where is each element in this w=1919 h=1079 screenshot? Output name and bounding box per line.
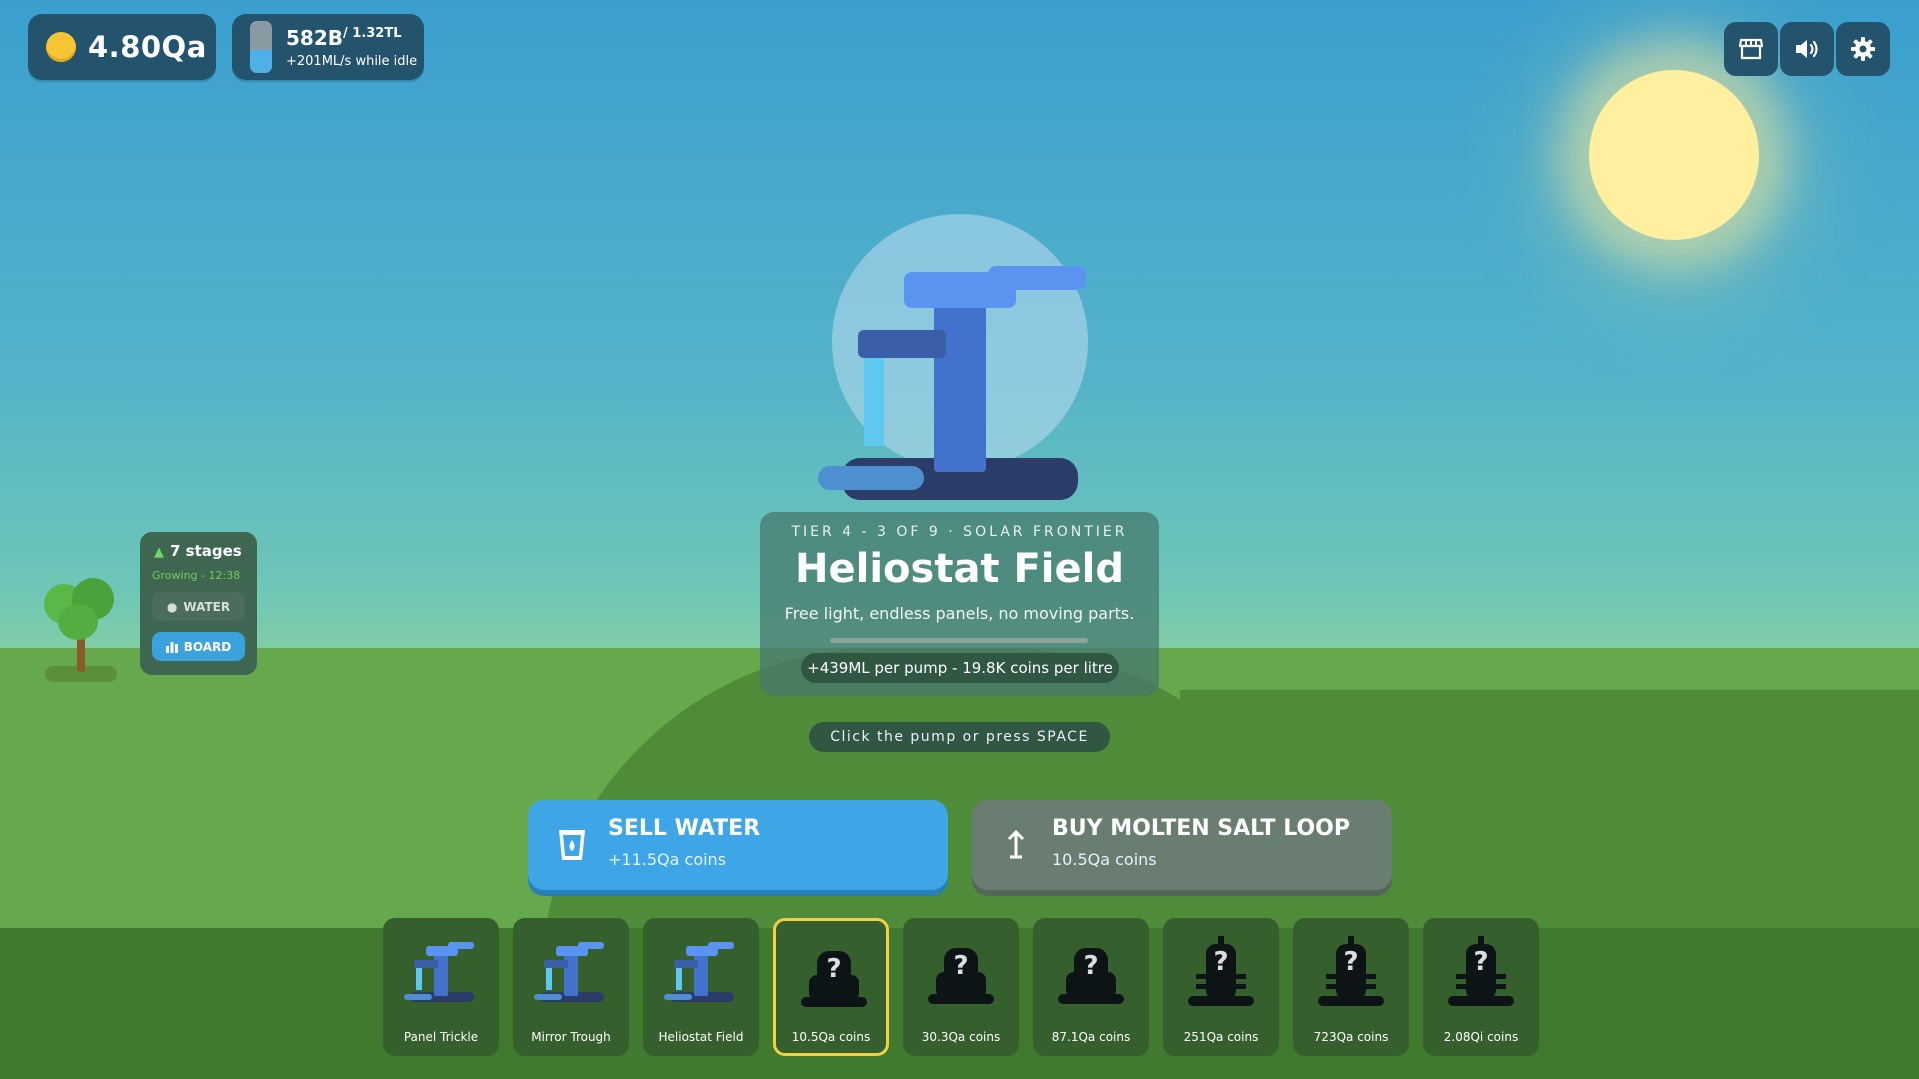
tank-fill <box>250 49 272 73</box>
pump-icon <box>664 942 734 1002</box>
tree-growing-timer: Growing - 12:38 <box>152 569 241 582</box>
water-display: 582B/ 1.32TL +201ML/s while idle <box>232 14 424 80</box>
locked-pump-icon: ? <box>801 951 867 1007</box>
pump-slot-label: 87.1Qa coins <box>1051 1030 1131 1044</box>
locked-pump-icon: ? <box>928 948 994 1004</box>
coin-icon <box>46 32 76 62</box>
pump-slot[interactable]: Mirror Trough <box>513 918 629 1056</box>
tree-panel: ▲ 7 stages Growing - 12:38 ● WATER BOARD <box>140 532 257 675</box>
water-amount: 582B <box>286 25 343 50</box>
buy-upgrade-cost: 10.5Qa coins <box>1052 850 1157 869</box>
sell-water-button[interactable]: SELL WATER +11.5Qa coins <box>528 800 948 890</box>
pump-icon <box>534 942 604 1002</box>
water-tree-button[interactable]: ● WATER <box>152 592 245 621</box>
locked-pump-icon: ? <box>1448 936 1514 1006</box>
svg-text:?: ? <box>1083 951 1098 981</box>
gear-icon <box>1851 37 1875 61</box>
pump-name: Heliostat Field <box>795 546 1124 592</box>
pump-slot-label: Panel Trickle <box>403 1030 479 1044</box>
sound-button[interactable] <box>1780 22 1834 76</box>
pump-slot[interactable]: Heliostat Field <box>643 918 759 1056</box>
sun <box>1589 70 1759 240</box>
svg-text:?: ? <box>953 951 968 981</box>
shop-icon <box>1738 38 1764 60</box>
tree-leaves[interactable] <box>58 604 98 640</box>
water-tree-label: WATER <box>183 599 231 614</box>
sell-water-title: SELL WATER <box>608 816 761 841</box>
cup-icon <box>559 830 585 860</box>
water-tank-icon <box>250 21 272 73</box>
locked-pump-icon: ? <box>1188 936 1254 1006</box>
leaderboard-button[interactable]: BOARD <box>152 632 245 661</box>
settings-button[interactable] <box>1836 22 1890 76</box>
water-stream <box>864 358 884 446</box>
water-idle-rate: +201ML/s while idle <box>286 53 418 69</box>
bar-chart-icon <box>165 641 178 653</box>
buy-upgrade-title: BUY MOLTEN SALT LOOP <box>1052 816 1350 841</box>
pump-slot[interactable]: Panel Trickle <box>383 918 499 1056</box>
pump-description: Free light, endless panels, no moving pa… <box>784 604 1135 623</box>
pump-hint: Click the pump or press SPACE <box>809 722 1110 752</box>
locked-pump-icon: ? <box>1058 948 1124 1004</box>
coins-value: 4.80Qa <box>88 30 207 64</box>
pump-slot-label: 723Qa coins <box>1313 1030 1389 1044</box>
pump-rate: +439ML per pump - 19.8K coins per litre <box>801 653 1119 683</box>
speaker-icon <box>1796 40 1818 58</box>
droplet-icon: ● <box>166 599 178 614</box>
tree-stages-label: 7 stages <box>170 542 242 560</box>
pump-slot[interactable]: ? 2.08Qi coins <box>1423 918 1539 1056</box>
locked-pump-icon: ? <box>1318 936 1384 1006</box>
pump-slot[interactable]: ? 87.1Qa coins <box>1033 918 1149 1056</box>
pump-handle[interactable] <box>988 266 1086 290</box>
svg-text:?: ? <box>1213 947 1228 977</box>
buy-upgrade-button[interactable]: BUY MOLTEN SALT LOOP 10.5Qa coins <box>972 800 1392 890</box>
pump-icon <box>404 942 474 1002</box>
pump-slot-label: Mirror Trough <box>531 1030 611 1044</box>
leaderboard-label: BOARD <box>183 639 232 654</box>
tier-label: TIER 4 - 3 OF 9 · SOLAR FRONTIER <box>791 524 1128 540</box>
pump-slot-label: 30.3Qa coins <box>921 1030 1001 1044</box>
pump-slot[interactable]: ? 723Qa coins <box>1293 918 1409 1056</box>
pump-slot-label: Heliostat Field <box>658 1030 744 1044</box>
tree-stages: ▲ 7 stages <box>154 542 242 560</box>
pump-slot-label: 251Qa coins <box>1183 1030 1259 1044</box>
progress-bar <box>830 638 1088 643</box>
water-capacity: / 1.32TL <box>343 25 402 41</box>
svg-text:?: ? <box>1473 947 1488 977</box>
sell-water-amount: +11.5Qa coins <box>608 850 727 869</box>
coins-display: 4.80Qa <box>28 14 216 80</box>
svg-text:?: ? <box>826 954 841 984</box>
pump-slot-label: 10.5Qa coins <box>791 1030 871 1044</box>
pump-slot[interactable]: ? 10.5Qa coins <box>773 918 889 1056</box>
pump-slot[interactable]: ? 30.3Qa coins <box>903 918 1019 1056</box>
pump-slot-label: 2.08Qi coins <box>1443 1030 1519 1044</box>
pump-info-card: TIER 4 - 3 OF 9 · SOLAR FRONTIER Heliost… <box>760 512 1159 696</box>
arrow-up-icon <box>1007 830 1025 859</box>
pump-body[interactable] <box>934 300 986 472</box>
pump-spout[interactable] <box>858 330 946 358</box>
pump-puddle <box>818 466 924 490</box>
tree-icon: ▲ <box>154 545 164 560</box>
svg-text:?: ? <box>1343 947 1358 977</box>
shop-button[interactable] <box>1724 22 1778 76</box>
pump-slot[interactable]: ? 251Qa coins <box>1163 918 1279 1056</box>
